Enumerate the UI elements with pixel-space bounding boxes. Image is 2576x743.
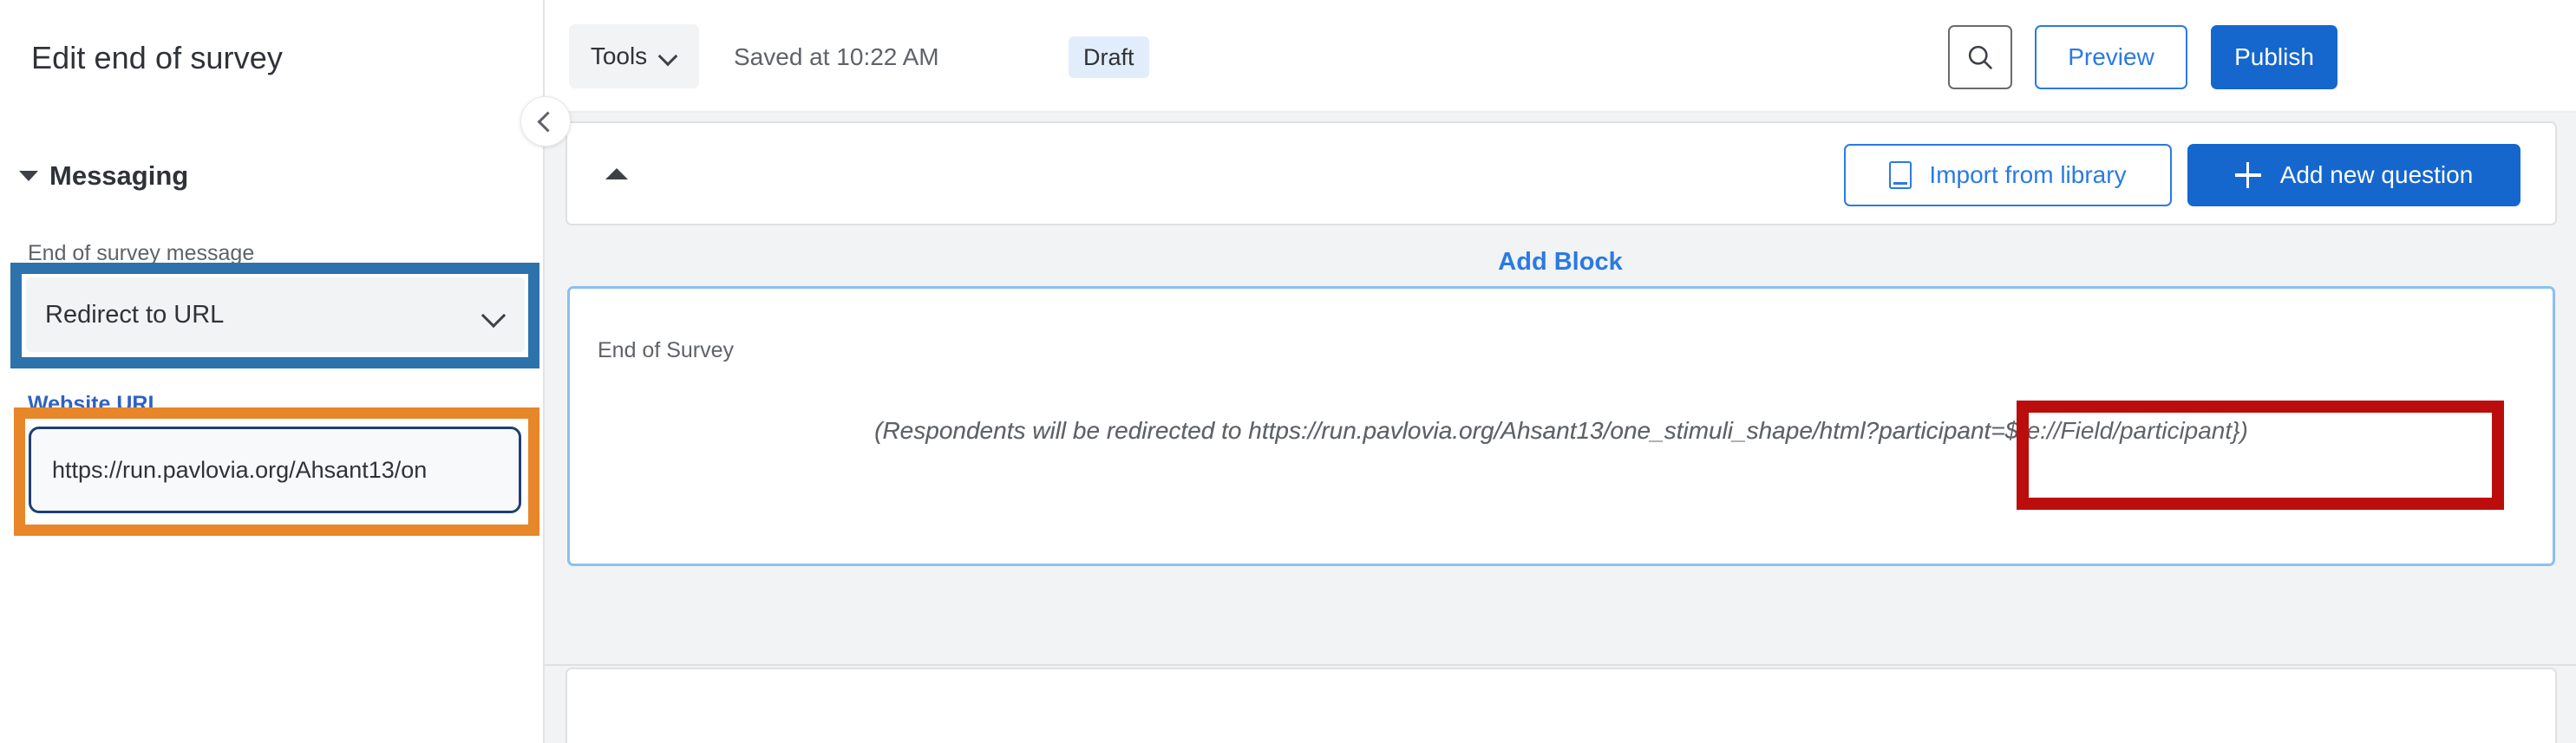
redirect-note-text: (Respondents will be redirected to https… [874, 417, 2248, 444]
search-icon [1968, 45, 1992, 69]
status-badge: Draft [1069, 36, 1149, 78]
plus-icon [2234, 162, 2261, 188]
import-from-library-label: Import from library [1929, 161, 2127, 188]
app-root: Edit end of survey Messaging End of surv… [0, 0, 2576, 743]
import-from-library-button[interactable]: Import from library [1844, 144, 2172, 206]
block-toolbar-card: Import from library Add new question [566, 121, 2557, 225]
survey-editor-main: Tools Saved at 10:22 AM Draft Preview Pu… [545, 0, 2576, 743]
caret-down-icon [19, 171, 38, 181]
add-block-link[interactable]: Add Block [545, 248, 2576, 277]
tools-button[interactable]: Tools [569, 24, 699, 88]
end-of-survey-message-label: End of survey message [28, 241, 255, 265]
edit-end-of-survey-sidebar: Edit end of survey Messaging End of surv… [0, 0, 571, 743]
end-of-survey-message-select[interactable]: Redirect to URL [26, 277, 525, 352]
search-button[interactable] [1948, 25, 2012, 89]
caret-up-icon[interactable] [605, 168, 628, 179]
trash-divider-line [545, 664, 2576, 666]
add-new-question-button[interactable]: Add new question [2187, 144, 2520, 206]
selected-option-label: Redirect to URL [45, 300, 225, 329]
editor-content: Import from library Add new question Add… [545, 113, 2576, 743]
chevron-down-icon [483, 303, 506, 326]
end-of-survey-block[interactable]: End of Survey (Respondents will be redir… [567, 286, 2555, 566]
publish-button[interactable]: Publish [2211, 25, 2337, 89]
preview-button[interactable]: Preview [2035, 25, 2187, 89]
tools-label: Tools [590, 42, 648, 69]
chevron-down-icon [660, 48, 677, 65]
messaging-section-header[interactable]: Messaging [19, 160, 188, 192]
trash-card: Trash 1 Question Empty trash [566, 668, 2557, 743]
sidebar-collapse-button[interactable] [520, 96, 571, 147]
page-title: Edit end of survey [31, 40, 283, 75]
add-new-question-label: Add new question [2279, 161, 2474, 188]
website-url-label: Website URL [28, 392, 161, 416]
editor-toolbar: Tools Saved at 10:22 AM Draft Preview Pu… [545, 0, 2576, 113]
website-url-input[interactable]: https://run.pavlovia.org/Ahsant13/on [29, 427, 521, 513]
saved-status-text: Saved at 10:22 AM [734, 43, 939, 70]
messaging-section-label: Messaging [49, 160, 189, 191]
book-icon [1889, 161, 1912, 189]
end-of-survey-block-label: End of Survey [598, 338, 735, 362]
